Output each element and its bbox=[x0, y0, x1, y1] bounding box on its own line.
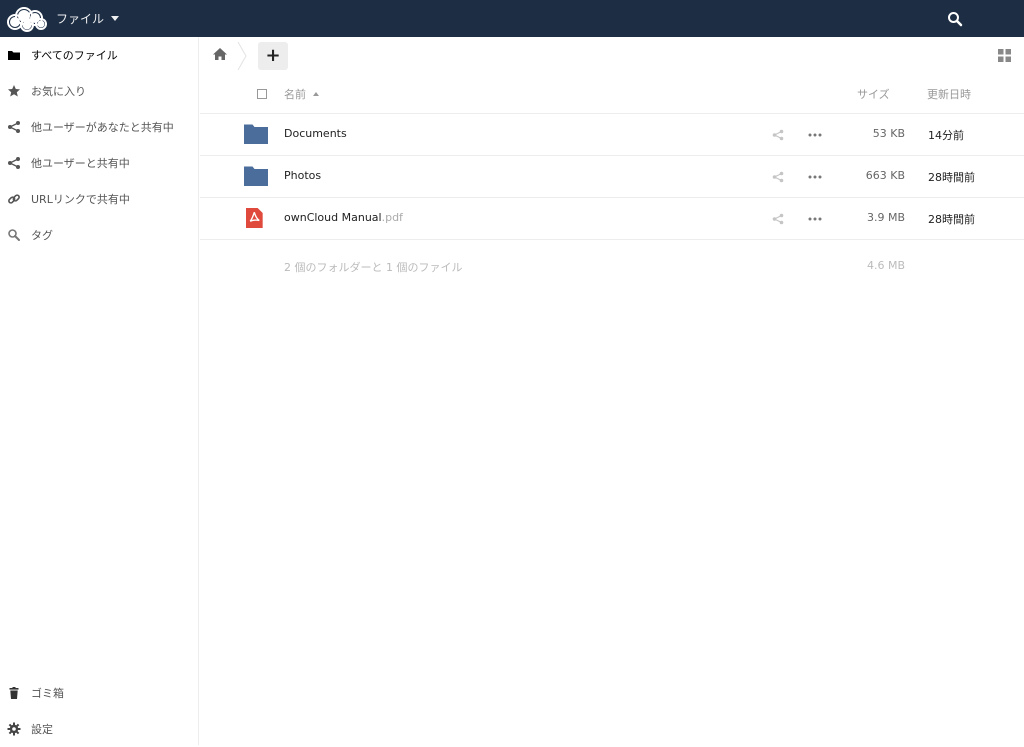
file-basename: Photos bbox=[284, 169, 322, 182]
nav-label: お気に入り bbox=[31, 85, 86, 98]
nav-label: 他ユーザーと共有中 bbox=[31, 157, 130, 170]
search-icon[interactable] bbox=[946, 10, 964, 28]
folder-icon bbox=[244, 166, 268, 186]
star-icon bbox=[8, 85, 20, 97]
nav-label: 他ユーザーがあなたと共有中 bbox=[31, 121, 174, 134]
share-icon bbox=[8, 121, 20, 133]
nav-all-files[interactable]: すべてのファイル bbox=[0, 37, 199, 73]
breadcrumb-separator bbox=[237, 41, 247, 71]
nav-label: 設定 bbox=[31, 723, 53, 736]
gear-icon bbox=[7, 722, 21, 736]
column-header-size[interactable]: サイズ bbox=[857, 86, 890, 102]
grid-view-icon[interactable] bbox=[998, 49, 1011, 62]
nav-shared-by-link[interactable]: URLリンクで共有中 bbox=[0, 181, 199, 217]
summary-text: 2 個のフォルダーと 1 個のファイル bbox=[284, 261, 463, 274]
tag-search-icon bbox=[8, 229, 20, 241]
file-row-photos[interactable]: Photos 663 KB 28時間前 bbox=[200, 156, 1024, 198]
nav-shared-with-you[interactable]: 他ユーザーがあなたと共有中 bbox=[0, 109, 199, 145]
file-name[interactable]: Documents bbox=[284, 127, 347, 140]
file-extension: .pdf bbox=[381, 211, 403, 224]
nav-tags[interactable]: タグ bbox=[0, 217, 199, 253]
share-icon[interactable] bbox=[772, 213, 784, 225]
nav-favorites[interactable]: お気に入り bbox=[0, 73, 199, 109]
nav-label: すべてのファイル bbox=[31, 49, 118, 62]
file-name[interactable]: ownCloud Manual.pdf bbox=[284, 211, 403, 224]
top-header: ファイル bbox=[0, 0, 1024, 37]
select-all-checkbox[interactable] bbox=[257, 89, 267, 99]
nav-label: タグ bbox=[31, 229, 53, 242]
share-icon[interactable] bbox=[772, 129, 784, 141]
file-size: 3.9 MB bbox=[866, 211, 905, 224]
pdf-file-icon bbox=[246, 208, 263, 228]
file-row-documents[interactable]: Documents 53 KB 14分前 bbox=[200, 114, 1024, 156]
nav-label: ゴミ箱 bbox=[31, 687, 64, 700]
owncloud-logo-icon[interactable] bbox=[4, 6, 48, 32]
nav-shared-with-others[interactable]: 他ユーザーと共有中 bbox=[0, 145, 199, 181]
app-navigation: すべてのファイル お気に入り 他ユーザーがあなたと共有中 他ユーザーと共有中 U… bbox=[0, 37, 199, 745]
file-list-summary: 2 個のフォルダーと 1 個のファイル 4.6 MB bbox=[200, 240, 1024, 288]
file-basename: ownCloud Manual bbox=[284, 211, 382, 224]
column-name-label: 名前 bbox=[284, 88, 306, 101]
app-menu-toggle[interactable]: ファイル bbox=[56, 0, 120, 37]
share-icon bbox=[8, 157, 20, 169]
file-row-owncloud-manual[interactable]: ownCloud Manual.pdf 3.9 MB 28時間前 bbox=[200, 198, 1024, 240]
file-modified: 28時間前 bbox=[928, 171, 975, 184]
new-file-button[interactable]: + bbox=[258, 42, 288, 70]
file-size: 53 KB bbox=[872, 127, 905, 140]
nav-settings[interactable]: 設定 bbox=[0, 711, 199, 747]
link-icon bbox=[8, 194, 20, 204]
nav-label: URLリンクで共有中 bbox=[31, 193, 130, 206]
file-modified: 14分前 bbox=[928, 129, 964, 142]
chevron-down-icon bbox=[111, 16, 120, 21]
app-name: ファイル bbox=[56, 12, 105, 26]
trash-icon bbox=[9, 687, 19, 699]
folder-icon bbox=[244, 124, 268, 144]
controls-bar: + bbox=[200, 37, 1024, 74]
column-header-modified[interactable]: 更新日時 bbox=[927, 86, 971, 102]
sort-ascending-icon bbox=[313, 92, 319, 96]
file-list-header: 名前 サイズ 更新日時 bbox=[200, 74, 1024, 114]
file-list: 名前 サイズ 更新日時 Documents 53 KB 14分前 Photos bbox=[200, 74, 1024, 288]
new-button-label: + bbox=[265, 45, 281, 66]
folder-icon bbox=[8, 51, 20, 60]
home-icon[interactable] bbox=[212, 46, 228, 62]
file-modified: 28時間前 bbox=[928, 213, 975, 226]
share-icon[interactable] bbox=[772, 171, 784, 183]
file-basename: Documents bbox=[284, 127, 347, 140]
column-header-name[interactable]: 名前 bbox=[284, 86, 319, 102]
file-size: 663 KB bbox=[865, 169, 905, 182]
nav-trash[interactable]: ゴミ箱 bbox=[0, 675, 199, 711]
summary-size: 4.6 MB bbox=[866, 259, 905, 272]
file-name[interactable]: Photos bbox=[284, 169, 321, 182]
